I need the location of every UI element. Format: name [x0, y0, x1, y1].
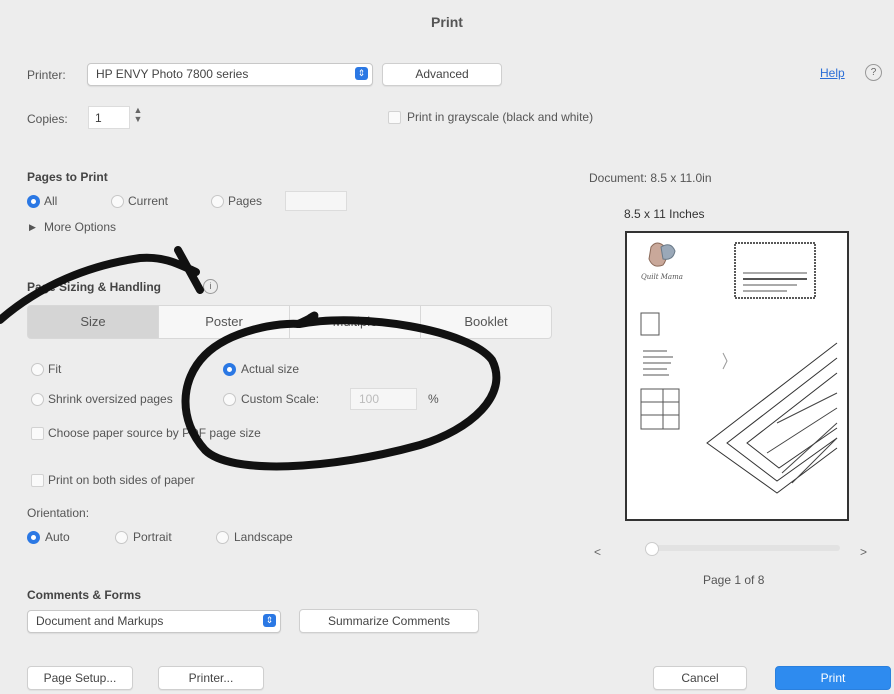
- custom-scale-input[interactable]: 100: [350, 388, 417, 410]
- tab-multiple[interactable]: Multiple: [289, 305, 421, 339]
- radio-orientation-auto[interactable]: [27, 531, 40, 544]
- radio-actual-size-label: Actual size: [241, 362, 300, 376]
- copies-input[interactable]: 1: [88, 106, 130, 129]
- advanced-button[interactable]: Advanced: [382, 63, 502, 86]
- printer-select-value: HP ENVY Photo 7800 series: [96, 67, 249, 81]
- print-button[interactable]: Print: [775, 666, 891, 690]
- printer-button[interactable]: Printer...: [158, 666, 264, 690]
- choose-paper-label: Choose paper source by PDF page size: [48, 426, 261, 440]
- info-icon[interactable]: i: [203, 279, 218, 294]
- duplex-checkbox[interactable]: [31, 474, 44, 487]
- radio-current[interactable]: [111, 195, 124, 208]
- tab-booklet[interactable]: Booklet: [420, 305, 552, 339]
- document-size-label: Document: 8.5 x 11.0in: [589, 171, 712, 185]
- comments-select-value: Document and Markups: [36, 614, 164, 628]
- paper-size-label: 8.5 x 11 Inches: [624, 207, 705, 221]
- dialog-title: Print: [431, 14, 463, 30]
- radio-landscape[interactable]: [216, 531, 229, 544]
- sizing-heading: Page Sizing & Handling: [27, 280, 162, 294]
- comments-heading: Comments & Forms: [27, 588, 142, 602]
- tab-poster[interactable]: Poster: [158, 305, 290, 339]
- page-slider[interactable]: [645, 542, 840, 556]
- tab-size[interactable]: Size: [27, 305, 159, 339]
- radio-current-label: Current: [128, 194, 169, 208]
- radio-fit-label: Fit: [48, 362, 62, 376]
- previous-page-button[interactable]: <: [594, 545, 601, 559]
- page-setup-button[interactable]: Page Setup...: [27, 666, 133, 690]
- choose-paper-checkbox[interactable]: [31, 427, 44, 440]
- radio-landscape-label: Landscape: [234, 530, 293, 544]
- page-count-label: Page 1 of 8: [703, 573, 765, 587]
- preview-logo-text: Quilt Mama: [641, 273, 683, 281]
- custom-scale-value: 100: [359, 392, 380, 406]
- radio-custom-scale[interactable]: [223, 393, 236, 406]
- printer-select[interactable]: HP ENVY Photo 7800 series ⇕: [87, 63, 373, 86]
- radio-actual-size[interactable]: [223, 363, 236, 376]
- percent-label: %: [428, 392, 439, 406]
- radio-shrink-label: Shrink oversized pages: [48, 392, 173, 406]
- radio-shrink[interactable]: [31, 393, 44, 406]
- more-options-label[interactable]: More Options: [44, 220, 116, 234]
- radio-pages[interactable]: [211, 195, 224, 208]
- radio-fit[interactable]: [31, 363, 44, 376]
- up-down-arrows-icon: ⇕: [263, 614, 276, 627]
- copies-value: 1: [95, 111, 102, 125]
- next-page-button[interactable]: >: [860, 545, 867, 559]
- radio-custom-scale-label: Custom Scale:: [241, 392, 320, 406]
- annotation-arrow-head: [174, 246, 204, 294]
- radio-portrait[interactable]: [115, 531, 128, 544]
- radio-all-label: All: [44, 194, 58, 208]
- up-down-arrows-icon: ⇕: [355, 67, 368, 80]
- page-slider-thumb[interactable]: [645, 542, 659, 556]
- radio-orientation-auto-label: Auto: [45, 530, 70, 544]
- radio-all[interactable]: [27, 195, 40, 208]
- copies-label: Copies:: [27, 112, 68, 126]
- radio-pages-label: Pages: [228, 194, 263, 208]
- copies-stepper[interactable]: ▲ ▼: [133, 106, 143, 126]
- cancel-button[interactable]: Cancel: [653, 666, 747, 690]
- grayscale-checkbox[interactable]: [388, 111, 401, 124]
- radio-portrait-label: Portrait: [133, 530, 172, 544]
- help-link[interactable]: Help: [820, 66, 845, 80]
- pages-heading: Pages to Print: [27, 170, 108, 184]
- help-icon[interactable]: ?: [865, 64, 882, 81]
- summarize-comments-button[interactable]: Summarize Comments: [299, 609, 479, 633]
- pages-range-input[interactable]: [285, 191, 347, 211]
- grayscale-label: Print in grayscale (black and white): [407, 110, 594, 124]
- comments-select[interactable]: Document and Markups ⇕: [27, 610, 281, 633]
- duplex-label: Print on both sides of paper: [48, 473, 195, 487]
- printer-label: Printer:: [27, 68, 66, 82]
- orientation-label: Orientation:: [27, 506, 90, 520]
- disclosure-triangle-icon[interactable]: ▶: [29, 222, 36, 233]
- page-preview-content: Quilt Mama: [640, 242, 838, 494]
- page-preview: Quilt Mama: [625, 231, 849, 521]
